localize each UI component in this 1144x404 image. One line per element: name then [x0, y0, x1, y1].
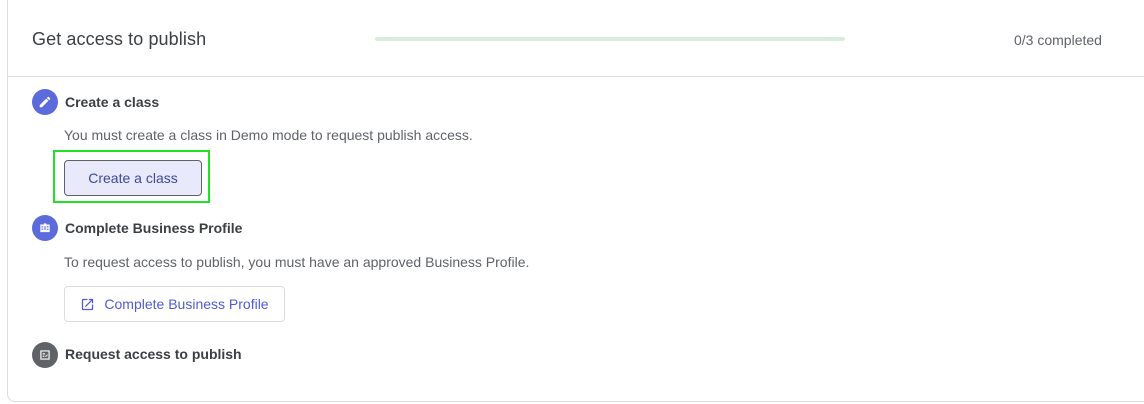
progress-bar	[375, 37, 845, 41]
pencil-icon	[32, 89, 58, 115]
create-class-button[interactable]: Create a class	[64, 160, 202, 196]
card-title: Get access to publish	[32, 29, 207, 49]
publish-request-icon	[32, 342, 58, 368]
complete-business-profile-label: Complete Business Profile	[104, 296, 269, 312]
step-title-business-profile: Complete Business Profile	[65, 220, 243, 236]
business-icon	[32, 215, 58, 241]
complete-business-profile-button[interactable]: Complete Business Profile	[64, 286, 285, 322]
step-description-create-class: You must create a class in Demo mode to …	[64, 127, 473, 143]
open-in-new-icon	[82, 298, 94, 310]
header-divider	[8, 76, 1144, 77]
step-title-create-class: Create a class	[65, 94, 160, 110]
progress-text: 0/3 completed	[1014, 32, 1102, 48]
step-title-request-access: Request access to publish	[65, 346, 242, 362]
step-description-business-profile: To request access to publish, you must h…	[64, 254, 530, 270]
